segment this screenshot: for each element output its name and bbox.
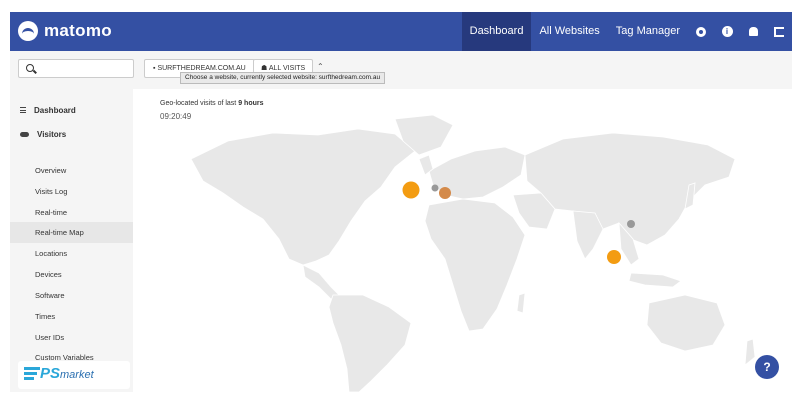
sidebar-category-visitors[interactable]: Visitors: [20, 127, 66, 141]
segment-icon: ☗: [261, 65, 269, 72]
visit-marker[interactable]: [431, 184, 439, 192]
settings-button[interactable]: [688, 12, 714, 51]
sidebar-item-devices[interactable]: Devices: [10, 264, 133, 285]
sidebar-category-label: Dashboard: [34, 105, 76, 115]
logout-button[interactable]: [766, 12, 792, 51]
help-info-button[interactable]: i: [714, 12, 740, 51]
brand-name: matomo: [44, 21, 112, 40]
visit-marker[interactable]: [627, 220, 635, 228]
nav-all-websites[interactable]: All Websites: [531, 12, 607, 51]
central-america-shape: [302, 264, 340, 300]
app-window: matomo Dashboard All Websites Tag Manage…: [10, 12, 792, 392]
asia-shape: [524, 132, 736, 246]
info-icon: i: [721, 26, 733, 37]
visitors-icon: [20, 131, 29, 137]
realtime-map-panel: Geo-located visits of last 9 hours 09:20…: [133, 89, 792, 392]
africa-shape: [424, 198, 526, 332]
sidebar: Dashboard Visitors Overview Visits Log R…: [10, 89, 133, 392]
map-time: 09:20:49: [160, 112, 192, 121]
dashboard-icon: [20, 107, 26, 113]
sidebar-item-visits-log[interactable]: Visits Log: [10, 181, 133, 202]
new-zealand-shape: [744, 338, 756, 366]
australia-shape: [646, 294, 726, 352]
south-america-shape: [328, 294, 412, 392]
sidebar-item-real-time[interactable]: Real-time: [10, 202, 133, 223]
nav-dashboard[interactable]: Dashboard: [461, 12, 532, 51]
gear-icon: [696, 26, 706, 37]
search-input[interactable]: [18, 59, 134, 78]
site-selector-tooltip: Choose a website, currently selected web…: [180, 72, 386, 84]
logout-icon: [774, 26, 784, 37]
watermark-logo: PSmarket: [18, 361, 130, 389]
notifications-button[interactable]: [740, 12, 766, 51]
top-navigation-bar: matomo Dashboard All Websites Tag Manage…: [10, 12, 792, 51]
nav-tag-manager[interactable]: Tag Manager: [608, 12, 688, 51]
visit-marker[interactable]: [439, 187, 451, 199]
sidebar-category-label: Visitors: [37, 129, 67, 139]
bell-icon: [748, 27, 758, 36]
matomo-logo-icon: [18, 21, 38, 41]
sidebar-item-locations[interactable]: Locations: [10, 243, 133, 264]
sidebar-item-software[interactable]: Software: [10, 285, 133, 306]
sidebar-category-dashboard[interactable]: Dashboard: [20, 103, 76, 117]
sidebar-item-user-ids[interactable]: User IDs: [10, 327, 133, 348]
sidebar-item-times[interactable]: Times: [10, 306, 133, 327]
sidebar-item-overview[interactable]: Overview: [10, 160, 133, 181]
site-selector-label: SURFTHEDREAM.COM.AU: [157, 65, 246, 72]
segment-label: ALL VISITS: [268, 65, 306, 72]
indonesia-shape: [628, 272, 682, 288]
top-nav: Dashboard All Websites Tag Manager i: [461, 12, 792, 51]
help-button[interactable]: ?: [755, 355, 779, 379]
watermark-text: PSmarket: [40, 365, 94, 382]
sidebar-item-real-time-map[interactable]: Real-time Map: [10, 222, 133, 243]
madagascar-shape: [516, 292, 526, 314]
matomo-logo[interactable]: matomo: [18, 21, 112, 41]
visit-marker[interactable]: [402, 181, 420, 199]
map-title: Geo-located visits of last 9 hours: [160, 100, 264, 107]
toolbar: ▪ SURFTHEDREAM.COM.AU ☗ ALL VISITS ⌃ Cho…: [10, 51, 792, 89]
search-icon: [26, 64, 34, 72]
visit-marker[interactable]: [607, 250, 621, 264]
world-map[interactable]: [133, 89, 792, 392]
north-america-shape: [190, 128, 416, 266]
